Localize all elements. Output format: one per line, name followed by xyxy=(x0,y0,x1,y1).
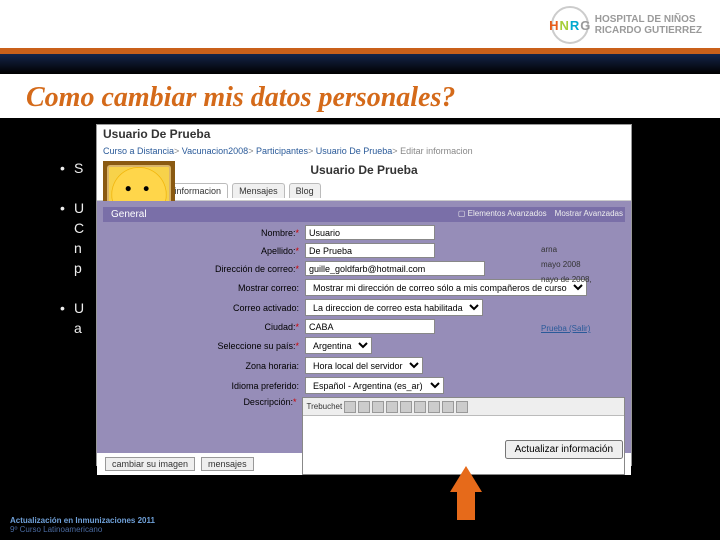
hospital-name-l2: RICARDO GUTIERREZ xyxy=(595,25,702,36)
label-pais: Seleccione su país:* xyxy=(189,341,299,351)
input-ciudad[interactable] xyxy=(305,319,435,334)
color-icon[interactable] xyxy=(456,401,468,413)
bold-icon[interactable] xyxy=(344,401,356,413)
select-zona[interactable]: Hora local del servidor xyxy=(305,357,423,374)
crumb-user[interactable]: Usuario De Prueba xyxy=(316,146,393,156)
input-correo[interactable] xyxy=(305,261,485,276)
dark-band xyxy=(0,54,720,74)
label-ciudad: Ciudad:* xyxy=(189,322,299,332)
crumb-tail: Editar informacion xyxy=(400,146,473,156)
profile-user-heading: Usuario De Prueba xyxy=(97,125,631,143)
highlight-arrow-icon xyxy=(452,466,480,522)
logo-letter-g: G xyxy=(580,18,590,33)
italic-icon[interactable] xyxy=(358,401,370,413)
tab-blog[interactable]: Blog xyxy=(289,183,321,198)
side-2: mayo 2008 xyxy=(541,260,625,269)
underline-icon[interactable] xyxy=(372,401,384,413)
side-1: arna xyxy=(541,245,625,254)
label-activado: Correo activado: xyxy=(189,303,299,313)
input-nombre[interactable] xyxy=(305,225,435,240)
tab-messages[interactable]: Mensajes xyxy=(232,183,285,198)
logo-letter-h: H xyxy=(549,18,558,33)
slide-title: Como cambiar mis datos personales? xyxy=(26,82,455,114)
update-info-button[interactable]: Actualizar información xyxy=(505,440,623,459)
breadcrumb: Curso a Distancia> Vacunacion2008> Parti… xyxy=(97,143,631,159)
rte-font-select[interactable]: Trebuchet xyxy=(306,402,342,411)
label-mostrar: Mostrar correo: xyxy=(189,283,299,293)
logout-link[interactable]: Prueba (Salir) xyxy=(541,324,590,333)
hospital-name: HOSPITAL DE NIÑOS RICARDO GUTIERREZ xyxy=(595,14,702,36)
hnrg-letters: H N R G xyxy=(549,18,590,33)
select-pais[interactable]: Argentina xyxy=(305,337,372,354)
side-3: nayo de 2008, xyxy=(541,275,625,284)
hospital-logo: H N R G HOSPITAL DE NIÑOS RICARDO GUTIER… xyxy=(551,6,702,44)
profile-center-title: Usuario De Prueba xyxy=(97,159,631,181)
input-apellido[interactable] xyxy=(305,243,435,258)
crumb-course[interactable]: Curso a Distancia xyxy=(103,146,174,156)
crumb-participants[interactable]: Participantes xyxy=(256,146,308,156)
toggle-advanced[interactable]: Mostrar Avanzadas xyxy=(555,209,623,218)
logo-letter-r: R xyxy=(570,18,579,33)
profile-tabs: Perfil Editar informacion Mensajes Blog xyxy=(97,181,631,201)
footer-course: Actualización en Inmunizaciones 2011 9º … xyxy=(10,516,155,534)
crumb-section[interactable]: Vacunacion2008 xyxy=(182,146,248,156)
label-apellido: Apellido:* xyxy=(189,246,299,256)
rte-toolbar[interactable]: Trebuchet xyxy=(303,398,624,416)
label-descripcion: Descripción:* xyxy=(189,397,296,407)
logo-letter-n: N xyxy=(560,18,569,33)
footer-l2: 9º Curso Latinoamericano xyxy=(10,525,155,534)
hospital-name-l1: HOSPITAL DE NIÑOS xyxy=(595,14,702,25)
image-icon[interactable] xyxy=(442,401,454,413)
sidebar-fragments: arna mayo 2008 nayo de 2008, Prueba (Sal… xyxy=(541,245,625,339)
select-idioma[interactable]: Español - Argentina (es_ar) xyxy=(305,377,444,394)
list-icon[interactable] xyxy=(414,401,426,413)
select-correo-activado[interactable]: La direccion de correo esta habilitada xyxy=(305,299,483,316)
label-idioma: Idioma preferido: xyxy=(189,381,299,391)
bullet-1-text: S xyxy=(74,160,83,176)
label-correo: Dirección de correo:* xyxy=(189,264,299,274)
profile-screenshot: Usuario De Prueba Curso a Distancia> Vac… xyxy=(96,124,632,466)
logo-circle: H N R G xyxy=(551,6,589,44)
advanced-toggles: ▢ Elementos Avanzados Mostrar Avanzadas xyxy=(458,209,623,218)
label-zona: Zona horaria: xyxy=(189,361,299,371)
footer-l1: Actualización en Inmunizaciones 2011 xyxy=(10,516,155,525)
label-nombre: Nombre:* xyxy=(189,228,299,238)
rich-text-editor[interactable]: Trebuchet xyxy=(302,397,625,475)
toggle-basic[interactable]: ▢ Elementos Avanzados xyxy=(458,209,547,218)
strike-icon[interactable] xyxy=(386,401,398,413)
link-icon[interactable] xyxy=(428,401,440,413)
change-image-button[interactable]: cambiar su imagen xyxy=(105,457,195,471)
align-icon[interactable] xyxy=(400,401,412,413)
